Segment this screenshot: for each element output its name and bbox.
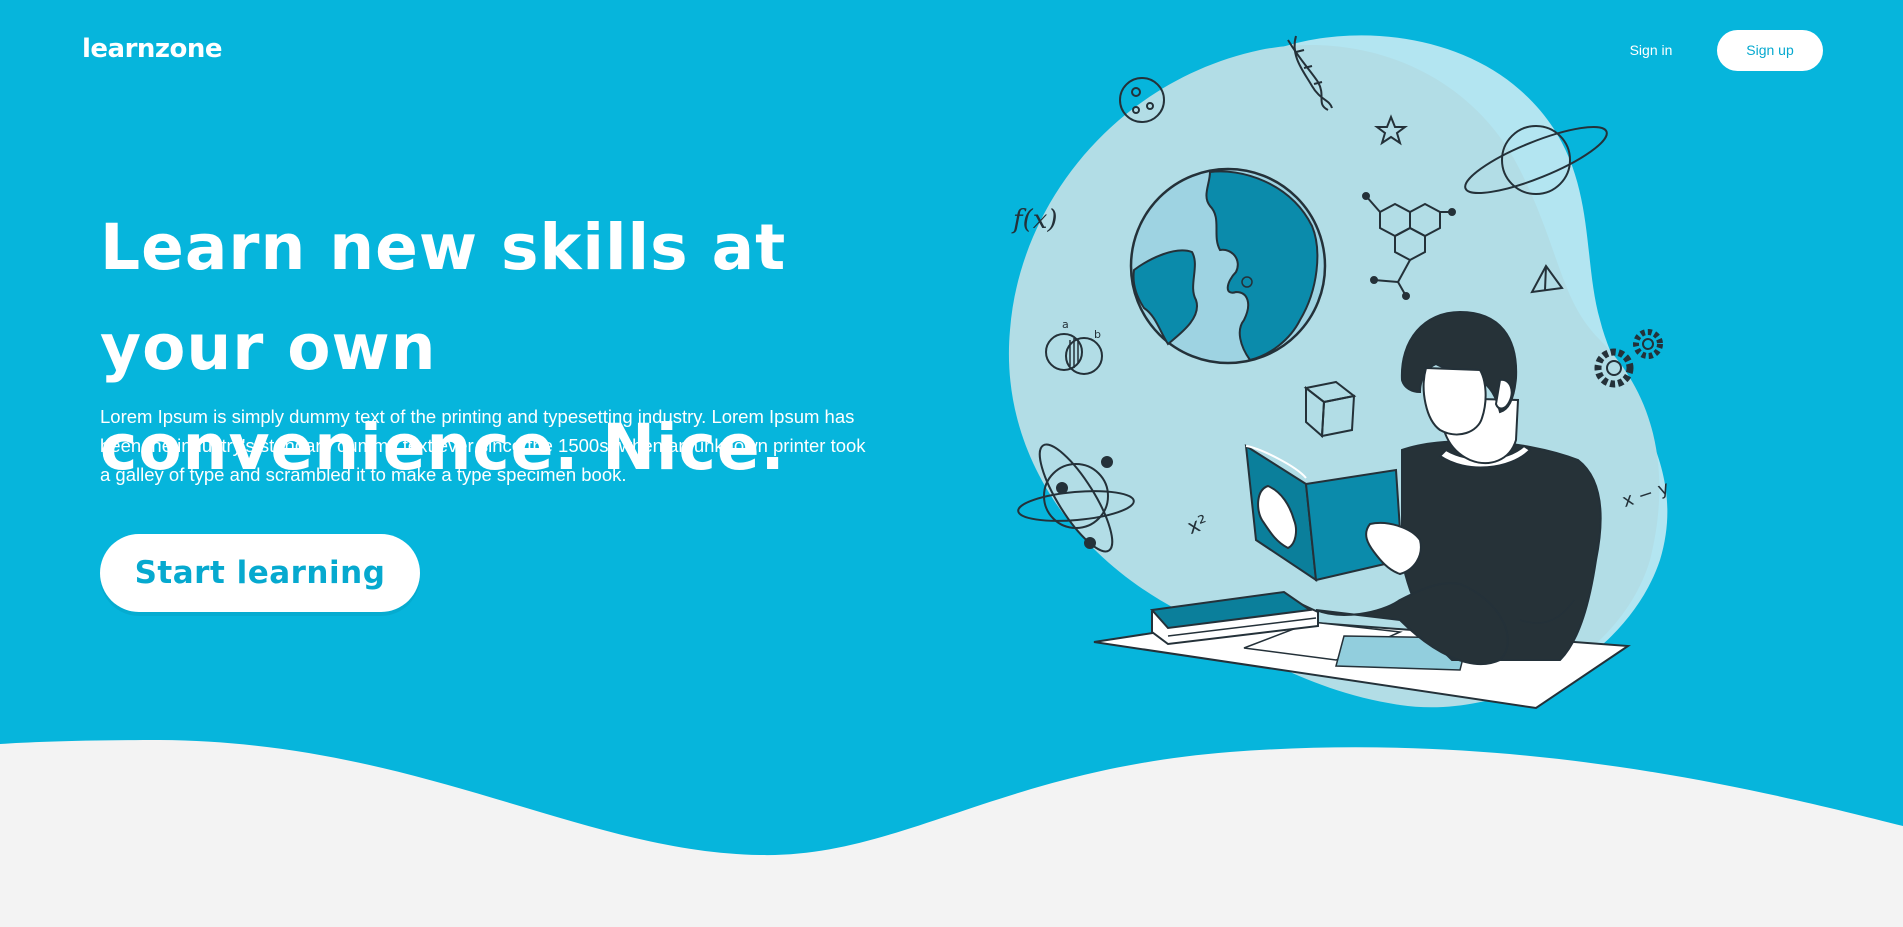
svg-text:b: b [1094, 328, 1101, 341]
function-formula: f(x) [1011, 205, 1058, 235]
logo[interactable]: learnzone [82, 34, 223, 64]
sign-up-button[interactable]: Sign up [1717, 30, 1823, 71]
start-learning-button[interactable]: Start learning [100, 534, 420, 612]
svg-text:f(x): f(x) [1011, 205, 1058, 235]
hero-description: Lorem Ipsum is simply dummy text of the … [100, 406, 866, 485]
svg-text:a: a [1062, 318, 1069, 331]
hero-section: learnzone Sign in Sign up Learn new skil… [0, 0, 1903, 927]
globe-icon [1129, 167, 1327, 365]
student-reading-illustration: f(x) a b x² x − y [1008, 35, 1672, 710]
